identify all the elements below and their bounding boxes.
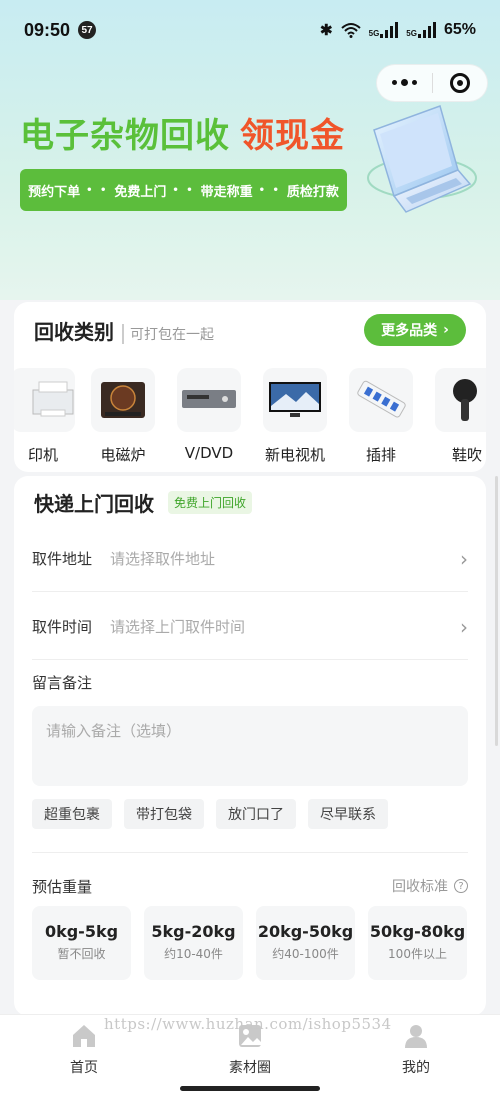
status-time: 09:50 <box>24 19 71 40</box>
more-menu-button[interactable] <box>377 65 432 101</box>
memo-chip[interactable]: 放门口了 <box>216 799 296 829</box>
home-icon <box>73 1025 95 1047</box>
weight-note: 100件以上 <box>388 947 447 961</box>
weight-range: 20kg-50kg <box>257 922 354 941</box>
memo-chip[interactable]: 尽早联系 <box>308 799 388 829</box>
memo-chip[interactable]: 超重包裹 <box>32 799 112 829</box>
scrollbar[interactable] <box>495 476 498 746</box>
weight-note: 约40-100件 <box>272 947 339 961</box>
hair-dryer-image <box>435 368 486 432</box>
chevron-right-icon: › <box>460 614 468 639</box>
category-item-printer[interactable]: 印机 <box>14 368 78 465</box>
tv-image <box>263 368 327 432</box>
network-type-1: 5G <box>368 29 380 38</box>
pickup-address-row[interactable]: 取件地址 请选择取件地址 › <box>32 526 468 592</box>
more-dots-icon <box>391 79 417 86</box>
tab-label: 首页 <box>70 1060 98 1076</box>
step-separator: • • <box>86 184 109 196</box>
weight-note: 暂不回收 <box>57 947 106 961</box>
category-item-induction-cooker[interactable]: 电磁炉 <box>88 368 158 465</box>
address-placeholder: 请选择取件地址 <box>110 550 216 568</box>
category-label: 插排 <box>365 446 396 464</box>
weight-range: 5kg-20kg <box>151 922 236 941</box>
weight-option[interactable]: 5kg-20kg 约10-40件 <box>144 906 243 980</box>
memo-label: 留言备注 <box>32 674 93 692</box>
weight-label: 预估重量 <box>32 878 93 896</box>
status-bar: 09:50 57 ✱ 5G 5G 65% <box>0 0 500 60</box>
step-separator: • • <box>172 184 195 196</box>
category-label: 新电视机 <box>264 446 325 464</box>
chevron-right-icon: › <box>460 546 468 571</box>
step-separator: • • <box>258 184 281 196</box>
time-placeholder: 请选择上门取件时间 <box>110 618 246 636</box>
weight-option[interactable]: 0kg-5kg 暂不回收 <box>32 906 131 980</box>
weight-option[interactable]: 50kg-80kg 100件以上 <box>368 906 467 980</box>
wifi-icon <box>340 23 361 38</box>
notification-badge: 57 <box>78 21 97 39</box>
signal-icon <box>380 22 399 38</box>
pickup-card: 快递上门回收 免费上门回收 取件地址 请选择取件地址 › 取件时间 请选择上门取… <box>14 476 486 1016</box>
pickup-title: 快递上门回收 <box>34 492 154 516</box>
more-categories-button[interactable]: 更多品类 › <box>364 314 466 346</box>
category-item-dvd[interactable]: V/DVD <box>174 368 244 462</box>
weight-note: 约10-40件 <box>164 947 223 961</box>
memo-input[interactable] <box>32 706 468 786</box>
hero-step: 质检打款 <box>286 184 339 200</box>
target-icon <box>449 73 470 93</box>
category-title: 回收类别 <box>34 320 114 344</box>
category-item-power-strip[interactable]: 插排 <box>346 368 416 465</box>
weight-options: 0kg-5kg 暂不回收 5kg-20kg 约10-40件 20kg-50kg … <box>32 906 467 980</box>
category-item-hair-dryer[interactable]: 鞋吹 <box>432 368 486 465</box>
chevron-right-icon: › <box>443 322 449 338</box>
signal-icon-2 <box>417 22 436 38</box>
hero-step: 带走称重 <box>200 184 253 200</box>
hero-title-highlight: 领现金 <box>240 116 345 156</box>
tab-label: 素材圈 <box>229 1060 271 1076</box>
time-label: 取件时间 <box>32 618 93 636</box>
divider <box>32 852 468 853</box>
bluetooth-icon: ✱ <box>320 22 333 39</box>
hero-step: 免费上门 <box>114 184 167 200</box>
category-scroller[interactable]: 印机 电磁炉 V/DVD 新电视机 插排 鞋吹 <box>14 368 486 472</box>
hero-title-main: 电子杂物回收 <box>20 116 230 156</box>
address-label: 取件地址 <box>32 550 93 568</box>
hero-steps-bar: 预约下单 • • 免费上门 • • 带走称重 • • 质检打款 <box>20 169 347 211</box>
category-item-tv[interactable]: 新电视机 <box>260 368 330 465</box>
watermark-text: https://www.huzhan.com/ishop5534 <box>104 1015 392 1033</box>
home-indicator[interactable] <box>180 1086 320 1091</box>
weight-option[interactable]: 20kg-50kg 约40-100件 <box>256 906 355 980</box>
user-icon <box>405 1025 427 1048</box>
free-pickup-badge: 免费上门回收 <box>168 491 253 514</box>
category-label: 印机 <box>27 446 58 464</box>
pickup-time-row[interactable]: 取件时间 请选择上门取件时间 › <box>32 594 468 660</box>
hero-step: 预约下单 <box>28 184 81 200</box>
recycle-standard-link[interactable]: 回收标准 ? <box>392 876 468 896</box>
memo-chip[interactable]: 带打包袋 <box>124 799 204 829</box>
network-type-2: 5G <box>406 29 417 38</box>
induction-cooker-image <box>91 368 155 432</box>
dvd-player-image <box>177 368 241 432</box>
weight-range: 0kg-5kg <box>44 922 119 941</box>
printer-image <box>14 368 75 432</box>
battery-percent: 65% <box>443 21 476 38</box>
close-mini-program-button[interactable] <box>433 65 488 101</box>
tab-label: 我的 <box>402 1060 430 1076</box>
category-label: 电磁炉 <box>100 446 146 464</box>
category-label: V/DVD <box>184 444 234 462</box>
hero-title: 电子杂物回收 领现金 <box>20 108 345 157</box>
mini-program-capsule <box>376 64 488 102</box>
laptop-illustration <box>367 105 477 213</box>
category-card: 回收类别 可打包在一起 更多品类 › 印机 电磁炉 V/DVD 新电视机 插排 … <box>14 302 486 472</box>
standard-label: 回收标准 <box>392 879 448 895</box>
weight-range: 50kg-80kg <box>369 922 466 941</box>
more-categories-label: 更多品类 <box>381 323 438 339</box>
power-strip-image <box>349 368 413 432</box>
category-label: 鞋吹 <box>451 446 482 464</box>
question-icon: ? <box>454 879 468 893</box>
memo-quick-chips: 超重包裹 带打包袋 放门口了 尽早联系 <box>32 799 388 829</box>
category-subtitle: 可打包在一起 <box>122 324 214 344</box>
